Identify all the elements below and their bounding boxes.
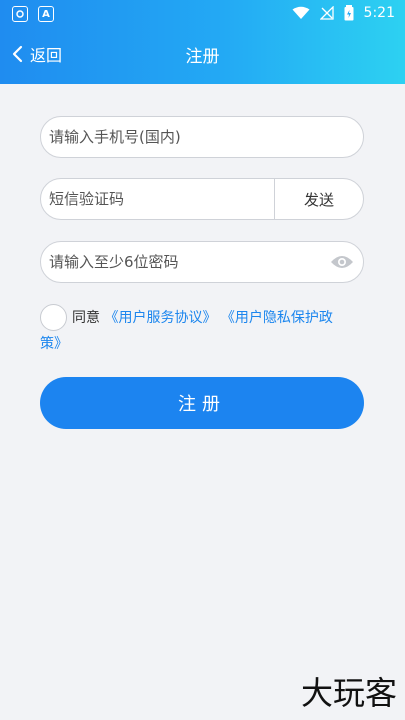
password-input[interactable] [41, 242, 327, 282]
password-field [40, 241, 364, 283]
app-header: A 5:21 返回 注册 [0, 0, 405, 84]
register-button[interactable]: 注册 [40, 377, 364, 429]
a-notification-icon: A [38, 6, 54, 22]
wifi-icon [292, 6, 310, 19]
clock: 5:21 [363, 5, 395, 21]
privacy-policy-link-end[interactable]: 策》 [40, 333, 68, 353]
status-bar-system: 5:21 [292, 5, 395, 21]
battery-icon [344, 5, 354, 21]
status-bar-notifications: A [12, 6, 54, 22]
sms-code-field: 发送 [40, 178, 364, 220]
page-title: 注册 [185, 47, 220, 67]
agree-checkbox[interactable] [40, 304, 67, 331]
eye-icon [331, 256, 353, 268]
watermark-logo: 大玩客 [300, 674, 397, 712]
signal-off-icon [319, 6, 334, 20]
user-agreement-link[interactable]: 《用户服务协议》 [104, 310, 216, 326]
phone-field [40, 116, 364, 158]
send-code-button[interactable]: 发送 [275, 179, 363, 219]
phone-input[interactable] [41, 117, 363, 157]
agreement-text: 同意 《用户服务协议》 《用户隐私保护政 [72, 306, 372, 330]
privacy-policy-link[interactable]: 《用户隐私保护政 [221, 310, 333, 326]
sms-code-input[interactable] [41, 179, 274, 219]
status-bar: A 5:21 [0, 0, 405, 30]
app-notification-icon [12, 6, 28, 22]
nav-bar: 返回 注册 [0, 36, 405, 76]
show-password-toggle[interactable] [327, 242, 357, 282]
agree-label: 同意 [72, 310, 100, 326]
